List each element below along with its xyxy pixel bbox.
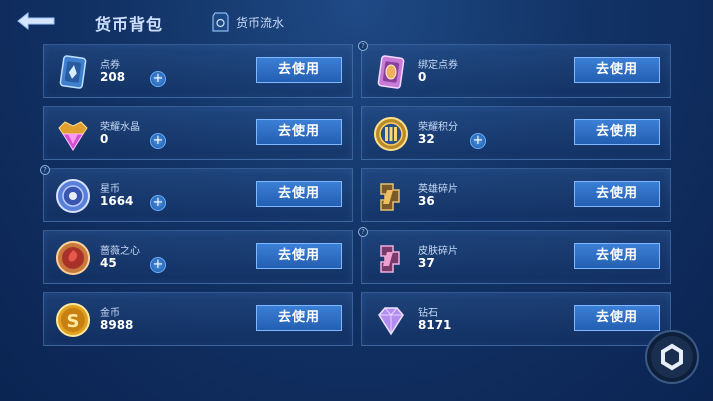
gold-coin-icon: S (56, 303, 90, 337)
add-glory-crystal-button[interactable]: + (150, 133, 166, 149)
use-diamond-button[interactable]: 去使用 (574, 305, 660, 331)
use-hero-fragment-button[interactable]: 去使用 (574, 181, 660, 207)
glory-crystal-icon (58, 121, 88, 151)
currency-name: 荣耀积分 (418, 122, 458, 133)
currency-amount: 32 (418, 132, 435, 146)
use-coupon-button[interactable]: 去使用 (256, 57, 342, 83)
help-icon[interactable]: ? (358, 41, 368, 51)
currency-amount: 8988 (100, 318, 134, 332)
help-icon[interactable]: ? (358, 227, 368, 237)
currency-card-glory-crystal: 荣耀水晶 0 + 去使用 (43, 106, 353, 160)
add-glory-points-button[interactable]: + (470, 133, 486, 149)
settings-hexagon-button[interactable] (644, 329, 700, 385)
use-skin-fragment-button[interactable]: 去使用 (574, 243, 660, 269)
coupon-card-icon (59, 55, 87, 89)
top-bar: 货币背包 货币流水 (0, 0, 713, 44)
currency-name: 点券 (100, 60, 120, 71)
currency-card-gold-coin: S 金币 8988 去使用 (43, 292, 353, 346)
currency-amount: 0 (418, 70, 427, 84)
currency-card-bound-coupon: ? 绑定点券 0 去使用 (358, 41, 671, 98)
skin-fragment-icon (380, 245, 400, 273)
currency-name: 钻石 (418, 308, 438, 319)
currency-card-diamond: 钻石 8171 去使用 (361, 292, 671, 346)
currency-flow-link[interactable]: 货币流水 (212, 12, 284, 32)
currency-amount: 208 (100, 70, 126, 84)
glory-points-icon (374, 117, 408, 151)
star-coin-icon (56, 179, 90, 213)
currency-amount: 37 (418, 256, 435, 270)
currency-card-star-coin: ? 星币 1664 + 去使用 (40, 165, 353, 222)
use-star-coin-button[interactable]: 去使用 (256, 181, 342, 207)
currency-amount: 8171 (418, 318, 452, 332)
use-gold-coin-button[interactable]: 去使用 (256, 305, 342, 331)
currency-name: 绑定点券 (418, 60, 458, 71)
use-rose-heart-button[interactable]: 去使用 (256, 243, 342, 269)
add-star-coin-button[interactable]: + (150, 195, 166, 211)
help-icon[interactable]: ? (40, 165, 50, 175)
currency-card-hero-fragment: 英雄碎片 36 去使用 (361, 168, 671, 222)
hero-fragment-icon (380, 183, 400, 211)
currency-card-skin-fragment: ? 皮肤碎片 37 去使用 (358, 227, 671, 284)
page-title: 货币背包 (95, 15, 164, 34)
currency-name: 星币 (100, 184, 120, 195)
currency-card-glory-points: 荣耀积分 32 + 去使用 (361, 106, 671, 160)
currency-name: 皮肤碎片 (418, 246, 458, 257)
currency-flow-icon (212, 12, 229, 32)
currency-name: 荣耀水晶 (100, 122, 140, 133)
diamond-icon (378, 307, 404, 336)
use-glory-points-button[interactable]: 去使用 (574, 119, 660, 145)
rose-heart-icon (56, 241, 90, 275)
back-arrow-icon[interactable] (14, 10, 58, 32)
currency-amount: 1664 (100, 194, 134, 208)
currency-name: 金币 (100, 308, 120, 319)
currency-amount: 36 (418, 194, 435, 208)
currency-name: 蔷薇之心 (100, 246, 140, 257)
use-bound-coupon-button[interactable]: 去使用 (574, 57, 660, 83)
currency-amount: 0 (100, 132, 109, 146)
currency-amount: 45 (100, 256, 117, 270)
add-rose-heart-button[interactable]: + (150, 257, 166, 273)
currency-name: 英雄碎片 (418, 184, 458, 195)
bound-coupon-card-icon (377, 55, 405, 89)
currency-flow-label: 货币流水 (236, 15, 285, 30)
svg-text:S: S (67, 311, 80, 332)
currency-card-coupon: 点券 208 + 去使用 (43, 44, 353, 98)
use-glory-crystal-button[interactable]: 去使用 (256, 119, 342, 145)
add-coupon-button[interactable]: + (150, 71, 166, 87)
currency-card-rose-heart: 蔷薇之心 45 + 去使用 (43, 230, 353, 284)
